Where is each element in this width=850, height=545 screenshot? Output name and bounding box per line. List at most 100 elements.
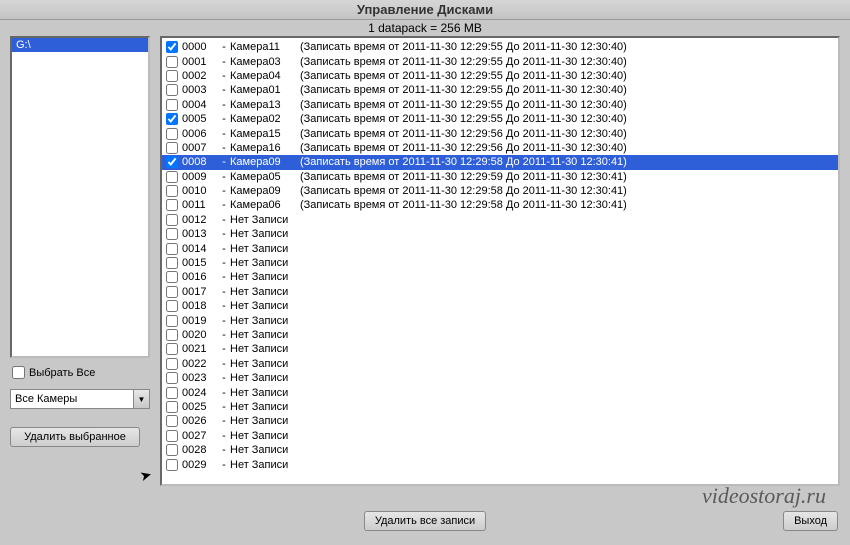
record-row[interactable]: 0020-Нет Записи [162,328,838,342]
record-row[interactable]: 0004-Камера13(Записать время от 2011-11-… [162,98,838,112]
record-row[interactable]: 0023-Нет Записи [162,371,838,385]
record-id: 0029 [182,459,218,471]
record-checkbox[interactable] [166,343,178,355]
separator: - [218,228,230,240]
record-checkbox[interactable] [166,243,178,255]
record-camera: Нет Записи [230,329,300,341]
record-checkbox[interactable] [166,415,178,427]
record-camera: Нет Записи [230,430,300,442]
record-checkbox[interactable] [166,286,178,298]
record-camera: Камера04 [230,70,300,82]
record-checkbox[interactable] [166,228,178,240]
delete-all-button[interactable]: Удалить все записи [364,511,486,531]
record-checkbox[interactable] [166,99,178,111]
record-checkbox[interactable] [166,199,178,211]
record-camera: Камера15 [230,128,300,140]
record-checkbox[interactable] [166,300,178,312]
record-row[interactable]: 0012-Нет Записи [162,213,838,227]
record-row[interactable]: 0025-Нет Записи [162,400,838,414]
record-row[interactable]: 0003-Камера01(Записать время от 2011-11-… [162,83,838,97]
record-camera: Камера11 [230,41,300,53]
record-row[interactable]: 0001-Камера03(Записать время от 2011-11-… [162,54,838,68]
record-checkbox[interactable] [166,459,178,471]
record-row[interactable]: 0006-Камера15(Записать время от 2011-11-… [162,126,838,140]
record-row[interactable]: 0026-Нет Записи [162,414,838,428]
record-row[interactable]: 0015-Нет Записи [162,256,838,270]
record-row[interactable]: 0014-Нет Записи [162,241,838,255]
record-row[interactable]: 0028-Нет Записи [162,443,838,457]
record-row[interactable]: 0021-Нет Записи [162,342,838,356]
record-row[interactable]: 0022-Нет Записи [162,357,838,371]
record-camera: Камера13 [230,99,300,111]
record-id: 0015 [182,257,218,269]
record-checkbox[interactable] [166,430,178,442]
record-camera: Нет Записи [230,286,300,298]
separator: - [218,171,230,183]
record-checkbox[interactable] [166,185,178,197]
record-checkbox[interactable] [166,214,178,226]
record-row[interactable]: 0007-Камера16(Записать время от 2011-11-… [162,141,838,155]
record-camera: Нет Записи [230,358,300,370]
exit-button[interactable]: Выход [783,511,838,531]
record-checkbox[interactable] [166,387,178,399]
records-list[interactable]: 0000-Камера11(Записать время от 2011-11-… [160,36,840,486]
record-camera: Нет Записи [230,300,300,312]
record-checkbox[interactable] [166,84,178,96]
separator: - [218,84,230,96]
record-camera: Нет Записи [230,415,300,427]
record-checkbox[interactable] [166,358,178,370]
record-checkbox[interactable] [166,401,178,413]
separator: - [218,214,230,226]
record-id: 0005 [182,113,218,125]
record-checkbox[interactable] [166,142,178,154]
record-checkbox[interactable] [166,171,178,183]
record-row[interactable]: 0005-Камера02(Записать время от 2011-11-… [162,112,838,126]
record-checkbox[interactable] [166,128,178,140]
record-camera: Нет Записи [230,372,300,384]
record-row[interactable]: 0011-Камера06(Записать время от 2011-11-… [162,198,838,212]
separator: - [218,401,230,413]
record-row[interactable]: 0008-Камера09(Записать время от 2011-11-… [162,155,838,169]
separator: - [218,271,230,283]
record-row[interactable]: 0010-Камера09(Записать время от 2011-11-… [162,184,838,198]
record-info: (Записать время от 2011-11-30 12:29:59 Д… [300,171,627,183]
records-panel: 0000-Камера11(Записать время от 2011-11-… [160,36,840,486]
record-id: 0025 [182,401,218,413]
separator: - [218,315,230,327]
record-checkbox[interactable] [166,315,178,327]
record-row[interactable]: 0019-Нет Записи [162,313,838,327]
record-row[interactable]: 0016-Нет Записи [162,270,838,284]
record-row[interactable]: 0018-Нет Записи [162,299,838,313]
record-checkbox[interactable] [166,372,178,384]
drive-item[interactable]: G:\ [12,38,148,52]
delete-selected-button[interactable]: Удалить выбранное [10,427,140,447]
record-row[interactable]: 0000-Камера11(Записать время от 2011-11-… [162,40,838,54]
separator: - [218,343,230,355]
record-checkbox[interactable] [166,156,178,168]
sidebar: G:\ Выбрать Все Все Камеры ▼ Удалить выб… [10,36,150,486]
record-checkbox[interactable] [166,113,178,125]
select-all-checkbox[interactable] [12,366,25,379]
record-checkbox[interactable] [166,444,178,456]
record-row[interactable]: 0013-Нет Записи [162,227,838,241]
record-checkbox[interactable] [166,56,178,68]
camera-filter-select[interactable]: Все Камеры ▼ [10,389,150,409]
record-checkbox[interactable] [166,329,178,341]
record-row[interactable]: 0009-Камера05(Записать время от 2011-11-… [162,170,838,184]
chevron-down-icon: ▼ [133,390,149,408]
record-info: (Записать время от 2011-11-30 12:29:56 Д… [300,142,627,154]
separator: - [218,430,230,442]
record-row[interactable]: 0002-Камера04(Записать время от 2011-11-… [162,69,838,83]
record-checkbox[interactable] [166,70,178,82]
record-id: 0018 [182,300,218,312]
record-id: 0028 [182,444,218,456]
record-row[interactable]: 0029-Нет Записи [162,457,838,471]
record-row[interactable]: 0017-Нет Записи [162,285,838,299]
record-row[interactable]: 0027-Нет Записи [162,429,838,443]
drive-list[interactable]: G:\ [10,36,150,358]
record-checkbox[interactable] [166,41,178,53]
record-checkbox[interactable] [166,271,178,283]
record-checkbox[interactable] [166,257,178,269]
record-id: 0009 [182,171,218,183]
record-row[interactable]: 0024-Нет Записи [162,385,838,399]
